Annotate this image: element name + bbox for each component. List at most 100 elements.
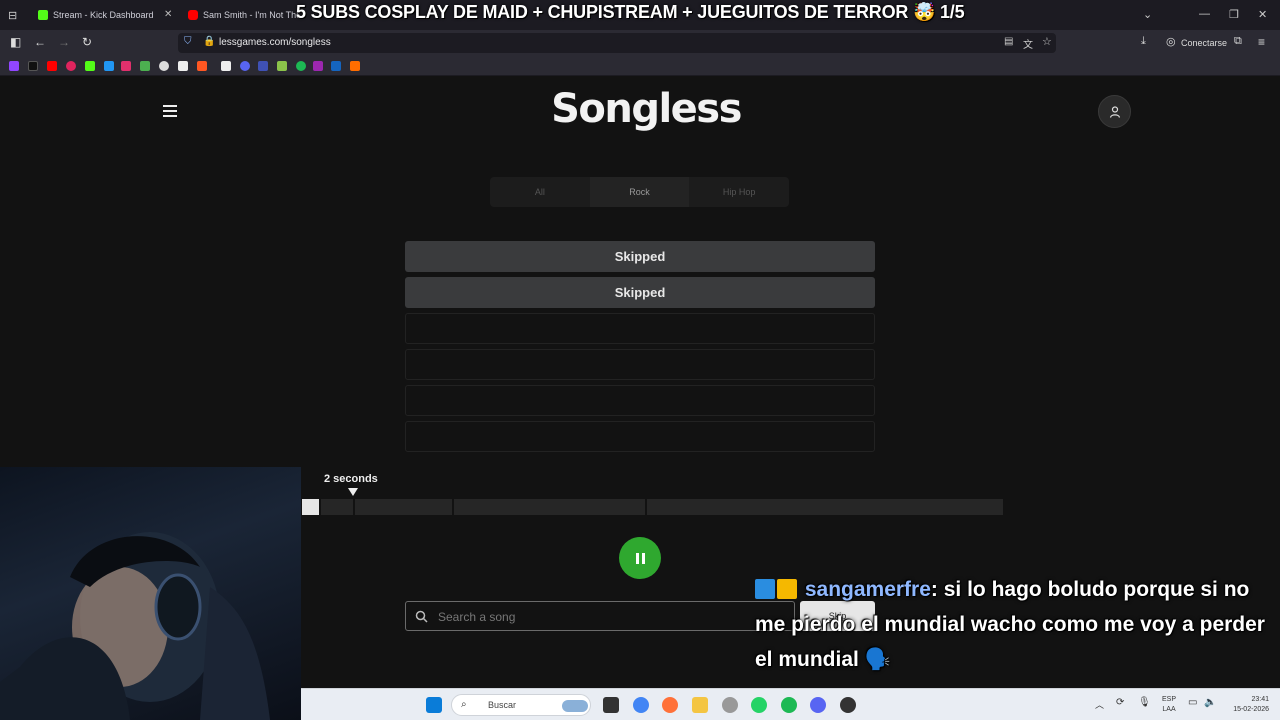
download-icon[interactable]: ⤓ xyxy=(1141,35,1146,48)
crown-badge-icon xyxy=(777,579,797,599)
tab-genre-all[interactable]: All xyxy=(490,177,590,207)
tab-list-icon[interactable]: ⊟ xyxy=(8,9,17,22)
kick-bookmark-icon[interactable] xyxy=(85,61,95,71)
url-text[interactable]: lessgames.com/songless xyxy=(219,37,331,48)
chrome-icon[interactable] xyxy=(633,697,649,713)
search-highlight-icon xyxy=(562,700,588,712)
clock[interactable]: 23:41 15-02-2026 xyxy=(1225,695,1269,715)
clock-date: 15-02-2026 xyxy=(1233,706,1269,713)
tab-dropdown-icon[interactable]: ⌄ xyxy=(1143,8,1152,21)
sidebar-toggle-icon[interactable]: ◧ xyxy=(10,35,21,49)
forward-icon[interactable]: → xyxy=(58,35,70,49)
sync-icon[interactable]: ⟳ xyxy=(1116,697,1124,708)
site-logo: Songless xyxy=(551,86,742,132)
back-icon[interactable]: ← xyxy=(34,35,46,49)
taskbar-search-label: Buscar xyxy=(488,700,517,710)
bookmark-icon[interactable] xyxy=(221,61,231,71)
task-view-icon[interactable] xyxy=(603,697,619,713)
bookmark-icon[interactable] xyxy=(197,61,207,71)
maximize-icon[interactable]: ❐ xyxy=(1229,8,1239,21)
search-input[interactable] xyxy=(438,608,778,626)
taskbar-search[interactable]: ⌕ Buscar xyxy=(451,694,591,716)
reload-icon[interactable]: ↻ xyxy=(82,35,92,49)
bookmark-icon[interactable] xyxy=(104,61,114,71)
firefox-icon[interactable] xyxy=(662,697,678,713)
whatsapp-icon[interactable] xyxy=(751,697,767,713)
extensions-icon[interactable]: ⧉ xyxy=(1234,35,1242,48)
bookmark-icon[interactable] xyxy=(159,61,169,71)
obs-icon[interactable] xyxy=(840,697,856,713)
tab-genre-rock[interactable]: Rock xyxy=(589,177,690,207)
user-icon xyxy=(1109,105,1120,118)
tab-youtube-song[interactable]: Sam Smith - I'm Not The Only One xyxy=(188,4,298,26)
tiktok-icon[interactable] xyxy=(28,61,38,71)
minimize-icon[interactable]: — xyxy=(1199,8,1210,20)
progress-fill xyxy=(302,499,319,515)
account-icon[interactable]: ◎ xyxy=(1166,35,1176,48)
segment-divider xyxy=(319,499,321,515)
file-explorer-icon[interactable] xyxy=(692,697,708,713)
bookmark-icon[interactable] xyxy=(178,61,188,71)
webcam-overlay xyxy=(0,467,301,720)
kick-icon xyxy=(38,10,48,20)
youtube-icon xyxy=(188,10,198,20)
drive-icon[interactable] xyxy=(140,61,150,71)
twitch-icon[interactable] xyxy=(9,61,19,71)
discord-icon[interactable] xyxy=(240,61,250,71)
pause-icon xyxy=(635,552,639,564)
playback-progress-bar[interactable] xyxy=(302,499,1003,515)
instagram-icon[interactable] xyxy=(121,61,131,71)
windows-start-icon[interactable] xyxy=(426,697,442,713)
address-bar[interactable]: ⛉ 🔒 lessgames.com/songless ▤ 文 ☆ xyxy=(178,33,1056,53)
language-code: ESP xyxy=(1162,696,1177,703)
spotify-icon[interactable] xyxy=(781,697,797,713)
translate-icon[interactable]: 文 xyxy=(1023,36,1033,51)
bookmark-icon[interactable] xyxy=(331,61,341,71)
guess-slot-6 xyxy=(405,421,875,452)
bookmark-icon[interactable] xyxy=(350,61,360,71)
volume-icon[interactable]: 🔈 xyxy=(1204,697,1216,708)
bookmark-icon[interactable] xyxy=(66,61,76,71)
tab-genre-hip-hop[interactable]: Hip Hop xyxy=(689,177,789,207)
bookmark-icon[interactable] xyxy=(258,61,268,71)
keyboard-layout: LAA xyxy=(1162,706,1176,713)
profile-button[interactable] xyxy=(1098,95,1131,128)
lock-icon[interactable]: 🔒 xyxy=(203,36,215,47)
chat-username: sangamerfre xyxy=(804,578,931,601)
spotify-icon[interactable] xyxy=(296,61,306,71)
close-tab-icon[interactable]: ✕ xyxy=(164,9,172,20)
discord-icon[interactable] xyxy=(810,697,826,713)
youtube-bookmark-icon[interactable] xyxy=(47,61,57,71)
segment-divider xyxy=(452,499,454,515)
streamer-webcam-image xyxy=(0,532,270,720)
reader-view-icon[interactable]: ▤ xyxy=(1004,36,1013,47)
song-search-box xyxy=(405,601,795,631)
tab-kick-dashboard[interactable]: Stream - Kick Dashboard xyxy=(38,4,168,26)
duration-marker-icon xyxy=(348,488,358,496)
guess-slot-2: Skipped xyxy=(405,277,875,308)
browser-nav-bar: ◧ ← → ↻ ⛉ 🔒 lessgames.com/songless ▤ 文 ☆… xyxy=(0,30,1280,56)
close-window-icon[interactable]: ✕ xyxy=(1258,8,1267,21)
stream-title-overlay: 5 SUBS COSPLAY DE MAID + CHUPISTREAM + J… xyxy=(296,2,965,22)
language-indicator[interactable]: ESP LAA xyxy=(1162,695,1176,715)
microphone-icon[interactable]: 🎙 xyxy=(1138,697,1151,708)
moderator-badge-icon xyxy=(755,579,775,599)
chat-message-overlay: sangamerfre: si lo hago boludo porque si… xyxy=(755,572,1275,677)
network-icon[interactable]: ▭ xyxy=(1188,697,1197,708)
app-icon[interactable] xyxy=(722,697,738,713)
bookmark-star-icon[interactable]: ☆ xyxy=(1042,35,1052,48)
tab-title: Stream - Kick Dashboard xyxy=(53,10,154,20)
hamburger-menu-icon[interactable] xyxy=(163,105,177,117)
segment-divider xyxy=(645,499,647,515)
pause-button[interactable] xyxy=(619,537,661,579)
tray-chevron-icon[interactable]: ︿ xyxy=(1095,698,1104,711)
shield-icon[interactable]: ⛉ xyxy=(184,36,192,47)
account-label[interactable]: Conectarse xyxy=(1181,38,1227,48)
guess-slot-1: Skipped xyxy=(405,241,875,272)
menu-icon[interactable]: ≡ xyxy=(1258,35,1265,49)
bookmark-icon[interactable] xyxy=(277,61,287,71)
windows-taskbar: ⌕ Buscar ︿ ⟳ 🎙 ESP LAA ▭ 🔈 23:41 15-02-2… xyxy=(301,688,1280,720)
guess-slot-5 xyxy=(405,385,875,416)
search-icon: ⌕ xyxy=(461,699,467,710)
bookmark-icon[interactable] xyxy=(313,61,323,71)
